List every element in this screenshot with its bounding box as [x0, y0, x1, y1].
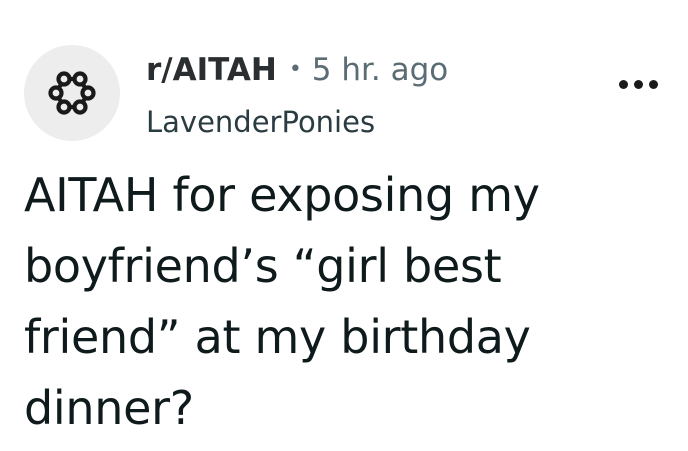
- more-dot: [634, 80, 643, 89]
- meta-separator: •: [288, 57, 302, 82]
- post-meta-line: r/AITAH • 5 hr. ago: [146, 50, 448, 94]
- author-link[interactable]: LavenderPonies: [146, 102, 448, 142]
- more-dot: [649, 80, 658, 89]
- post-timestamp: 5 hr. ago: [311, 52, 449, 88]
- post-title[interactable]: AITAH for exposing my boyfriend’s “girl …: [24, 160, 624, 444]
- community-nodes-icon: [48, 71, 96, 115]
- more-horizontal-icon[interactable]: [619, 80, 658, 89]
- subreddit-avatar[interactable]: [24, 45, 120, 141]
- post-meta: r/AITAH • 5 hr. ago LavenderPonies: [146, 50, 448, 142]
- subreddit-link[interactable]: r/AITAH: [146, 50, 277, 90]
- post-header: r/AITAH • 5 hr. ago LavenderPonies: [24, 42, 664, 142]
- more-dot: [619, 80, 628, 89]
